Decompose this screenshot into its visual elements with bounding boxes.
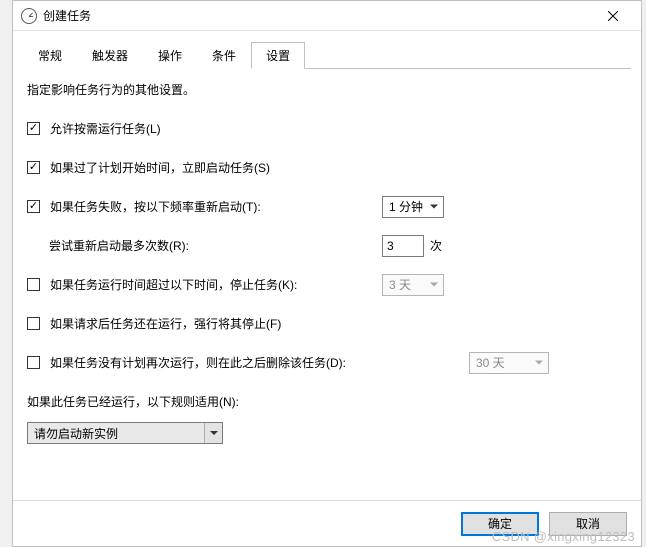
row-stop-if-longer: 如果任务运行时间超过以下时间，停止任务(K): 3 天	[27, 276, 627, 293]
tab-general[interactable]: 常规	[23, 42, 77, 69]
panel-description: 指定影响任务行为的其他设置。	[27, 81, 627, 98]
close-icon	[608, 11, 618, 21]
create-task-dialog: 创建任务 常规 触发器 操作 条件 设置 指定影响任务行为的其他设置。 允许按需…	[12, 0, 642, 547]
checkbox-force-stop[interactable]	[27, 317, 40, 330]
chevron-down-icon	[430, 282, 438, 287]
restart-attempts-suffix: 次	[430, 237, 442, 254]
select-if-already-running[interactable]: 请勿启动新实例	[27, 422, 223, 444]
label-restart-attempts: 尝试重新启动最多次数(R):	[49, 237, 189, 254]
input-restart-attempts[interactable]: 3	[382, 235, 424, 257]
label-if-already-running: 如果此任务已经运行，以下规则适用(N):	[27, 393, 239, 410]
row-restart-attempts: 尝试重新启动最多次数(R): 3 次	[27, 237, 627, 254]
tab-actions[interactable]: 操作	[143, 42, 197, 69]
select-delete-after: 30 天	[469, 352, 549, 374]
cancel-button[interactable]: 取消	[549, 512, 627, 536]
chevron-down-icon	[204, 423, 222, 443]
clock-icon	[21, 8, 37, 24]
cancel-button-label: 取消	[576, 515, 600, 532]
label-stop-if-longer: 如果任务运行时间超过以下时间，停止任务(K):	[50, 276, 297, 293]
row-if-already-running-label: 如果此任务已经运行，以下规则适用(N):	[27, 393, 627, 410]
select-delete-after-value: 30 天	[476, 354, 505, 371]
window-title: 创建任务	[43, 7, 593, 24]
select-stop-duration-value: 3 天	[389, 276, 411, 293]
checkbox-restart-on-fail[interactable]	[27, 200, 40, 213]
chevron-down-icon	[430, 204, 438, 209]
settings-panel: 指定影响任务行为的其他设置。 允许按需运行任务(L) 如果过了计划开始时间，立即…	[13, 69, 641, 500]
label-delete-if-not-scheduled: 如果任务没有计划再次运行，则在此之后删除该任务(D):	[50, 354, 346, 371]
row-run-asap: 如果过了计划开始时间，立即启动任务(S)	[27, 159, 627, 176]
checkbox-run-asap[interactable]	[27, 161, 40, 174]
label-allow-on-demand: 允许按需运行任务(L)	[50, 120, 161, 137]
ok-button-label: 确定	[488, 515, 512, 532]
restart-attempts-value: 3	[387, 239, 394, 253]
row-restart-on-fail: 如果任务失败，按以下频率重新启动(T): 1 分钟	[27, 198, 627, 215]
close-button[interactable]	[593, 2, 633, 30]
select-if-already-running-value: 请勿启动新实例	[34, 425, 118, 442]
select-restart-interval-value: 1 分钟	[389, 198, 423, 215]
tab-triggers[interactable]: 触发器	[77, 42, 143, 69]
tab-bar: 常规 触发器 操作 条件 设置	[13, 31, 641, 68]
chevron-down-icon	[535, 360, 543, 365]
checkbox-allow-on-demand[interactable]	[27, 122, 40, 135]
select-stop-duration: 3 天	[382, 274, 444, 296]
label-force-stop: 如果请求后任务还在运行，强行将其停止(F)	[50, 315, 281, 332]
dialog-footer: 确定 取消	[13, 500, 641, 546]
tab-settings[interactable]: 设置	[251, 42, 305, 69]
checkbox-delete-if-not-scheduled[interactable]	[27, 356, 40, 369]
titlebar: 创建任务	[13, 1, 641, 31]
select-restart-interval[interactable]: 1 分钟	[382, 196, 444, 218]
row-delete-if-not-scheduled: 如果任务没有计划再次运行，则在此之后删除该任务(D): 30 天	[27, 354, 627, 371]
checkbox-stop-if-longer[interactable]	[27, 278, 40, 291]
row-allow-on-demand: 允许按需运行任务(L)	[27, 120, 627, 137]
label-run-asap: 如果过了计划开始时间，立即启动任务(S)	[50, 159, 270, 176]
tab-conditions[interactable]: 条件	[197, 42, 251, 69]
ok-button[interactable]: 确定	[461, 512, 539, 536]
label-restart-on-fail: 如果任务失败，按以下频率重新启动(T):	[50, 198, 261, 215]
row-if-already-running-select: 请勿启动新实例	[27, 422, 627, 444]
row-force-stop: 如果请求后任务还在运行，强行将其停止(F)	[27, 315, 627, 332]
